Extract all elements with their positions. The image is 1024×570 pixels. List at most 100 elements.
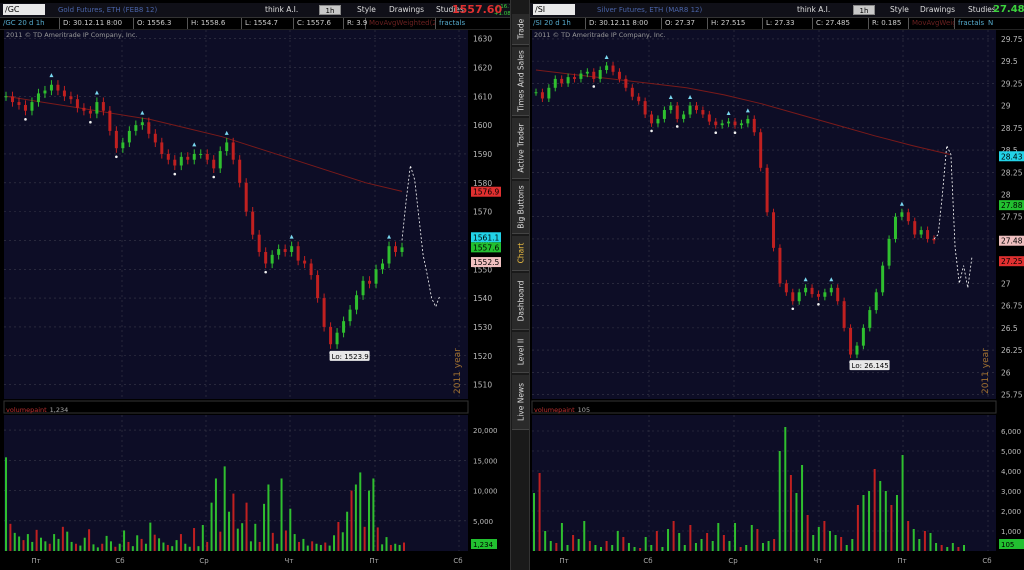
volume-bar: [583, 521, 586, 551]
candle-body: [108, 110, 112, 131]
chart-symbol-period: /SI 20 d 1h: [530, 18, 586, 29]
candle-body: [772, 212, 776, 248]
price-tick-label: 1540: [473, 294, 492, 303]
symbol-description: Silver Futures, ETH (MAR8 12): [597, 6, 703, 14]
wma-study-label: MovAvgWeighted(200, CLOSE) 28.433: [909, 18, 955, 29]
volume-bar: [627, 543, 630, 551]
volume-bar: [560, 523, 563, 551]
volume-bar: [929, 533, 932, 551]
bar-close: C: 1557.6: [294, 18, 344, 29]
candle-body: [69, 96, 73, 100]
gold-price-chart[interactable]: 1630162016101600159015801570156015501540…: [0, 30, 510, 570]
wma-study-label: MovAvgWeighted(200, CLOSE) 1576.9: [366, 18, 436, 29]
volume-bar: [302, 538, 305, 551]
candle-body: [650, 114, 654, 124]
drawings-menu[interactable]: Drawings: [920, 3, 955, 17]
volume-bar: [817, 527, 820, 551]
volume-bar: [254, 523, 257, 551]
candle-body: [913, 221, 917, 235]
candle-body: [277, 249, 281, 255]
volume-bar: [109, 541, 112, 551]
volume-bar: [683, 545, 686, 551]
candle-body: [765, 167, 769, 213]
price-tick-label: 27.75: [1001, 213, 1023, 222]
volume-bar: [333, 535, 336, 551]
volume-bar: [179, 534, 182, 551]
volume-bar: [354, 484, 357, 551]
tab-active-trader[interactable]: Active Trader: [512, 118, 529, 179]
candle-body: [361, 280, 365, 296]
volume-bar: [114, 546, 117, 551]
volume-tick-label: 6,000: [1001, 428, 1021, 436]
time-tick-label: Ср: [728, 557, 738, 565]
candle-body: [797, 292, 801, 302]
volume-tick-label: 5,000: [1001, 448, 1021, 456]
tab-level-ii[interactable]: Level II: [512, 332, 529, 373]
tab-label: Times And Sales: [516, 50, 525, 112]
volume-bar: [140, 538, 143, 551]
volume-bar: [166, 544, 169, 551]
candle-body: [147, 122, 151, 134]
volume-bar: [895, 495, 898, 551]
candle-body: [906, 212, 910, 222]
tab-big-buttons[interactable]: Big Buttons: [512, 181, 529, 234]
volume-bar: [951, 543, 954, 551]
fractal-down-marker: [115, 155, 118, 159]
tab-chart[interactable]: Chart: [512, 236, 529, 271]
extra-study-label: N: [988, 19, 994, 27]
volume-bar: [210, 502, 213, 551]
candle-body: [394, 246, 398, 252]
symbol-input[interactable]: /GC: [3, 4, 45, 15]
price-tick-label: 29: [1001, 102, 1011, 111]
volume-bar: [694, 543, 697, 551]
silver-price-chart[interactable]: 29.7529.529.252928.7528.528.252827.7527.…: [530, 30, 1024, 570]
bar-high: H: 27.515: [708, 18, 763, 29]
tab-times-and-sales[interactable]: Times And Sales: [512, 47, 529, 116]
candle-body: [290, 246, 294, 252]
volume-bar: [136, 535, 139, 551]
volume-bar: [678, 533, 681, 551]
price-tag: 27.25: [1001, 257, 1023, 266]
candle-body: [733, 121, 737, 126]
tab-trade[interactable]: Trade: [512, 14, 529, 45]
volume-bar: [845, 545, 848, 551]
volume-bar: [48, 543, 51, 551]
candle-body: [585, 71, 589, 74]
style-menu[interactable]: Style: [890, 3, 909, 17]
tab-label: Live News: [516, 383, 525, 421]
price-tick-label: 1610: [473, 92, 492, 101]
volume-bar: [284, 530, 287, 551]
volume-bar: [667, 529, 670, 551]
price-tick-label: 29.75: [1001, 35, 1023, 44]
price-tick-label: 28.25: [1001, 168, 1023, 177]
volume-bar: [289, 508, 292, 551]
candle-body: [322, 298, 326, 327]
candle-body: [270, 254, 274, 264]
candle-body: [842, 301, 846, 328]
volume-bar: [533, 493, 535, 551]
candle-body: [121, 142, 125, 149]
tab-dashboard[interactable]: Dashboard: [512, 273, 529, 330]
volume-bar: [963, 545, 965, 551]
volume-bar: [879, 481, 882, 551]
fractal-down-marker: [817, 303, 820, 306]
studies-menu[interactable]: Studies: [968, 3, 996, 17]
drawings-menu[interactable]: Drawings: [389, 3, 424, 17]
volume-bar: [83, 537, 86, 551]
symbol-input[interactable]: /SI: [533, 4, 575, 15]
think-ai-button[interactable]: think A.I.: [265, 3, 298, 17]
candle-body: [791, 292, 795, 302]
price-tick-label: 27: [1001, 279, 1011, 288]
style-menu[interactable]: Style: [357, 3, 376, 17]
candle-body: [566, 77, 570, 84]
think-ai-button[interactable]: think A.I.: [797, 3, 830, 17]
volume-bar: [311, 541, 314, 551]
candle-body: [874, 292, 878, 311]
candle-body: [714, 121, 718, 126]
volume-bar: [88, 529, 91, 551]
tab-live-news[interactable]: Live News: [512, 375, 529, 430]
timeframe-button[interactable]: 1h: [853, 5, 875, 15]
candle-body: [49, 84, 53, 91]
time-tick-label: Пт: [559, 557, 568, 565]
timeframe-button[interactable]: 1h: [319, 5, 341, 15]
